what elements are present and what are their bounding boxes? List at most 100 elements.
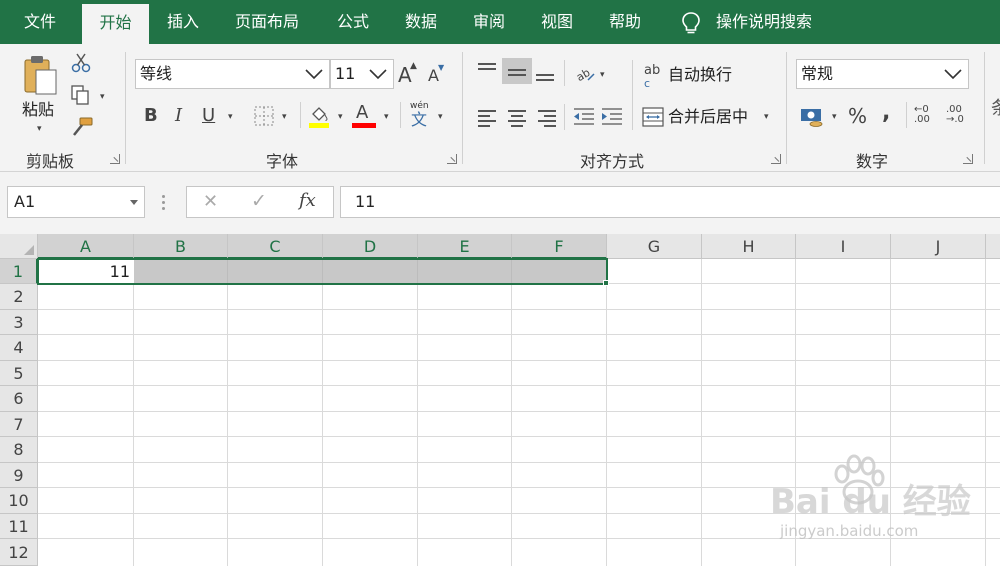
lightbulb-icon[interactable] (680, 11, 702, 35)
clipboard-launcher-icon[interactable] (110, 154, 120, 164)
underline-button[interactable]: U (202, 107, 215, 125)
tab-formulas[interactable]: 公式 (322, 0, 384, 44)
tab-view[interactable]: 视图 (526, 0, 588, 44)
column-header-d[interactable]: D (323, 234, 418, 259)
merge-center-button[interactable]: 合并后居中 (668, 107, 748, 127)
enter-icon[interactable]: ✓ (251, 192, 267, 211)
row-header-1[interactable]: 1 (0, 259, 38, 284)
column-header-c[interactable]: C (228, 234, 323, 259)
fill-color-dropdown-icon[interactable]: ▾ (338, 112, 343, 122)
borders-dropdown-icon[interactable]: ▾ (282, 112, 287, 122)
accounting-dropdown-icon[interactable]: ▾ (832, 112, 837, 122)
gridline (606, 259, 607, 566)
formula-input[interactable]: 11 (340, 186, 1000, 218)
tab-page-layout[interactable]: 页面布局 (222, 0, 312, 44)
column-header-b[interactable]: B (134, 234, 228, 259)
cancel-icon[interactable]: ✕ (203, 193, 218, 211)
tab-home[interactable]: 开始 (82, 4, 149, 44)
underline-dropdown-icon[interactable]: ▾ (228, 112, 233, 122)
italic-button[interactable]: I (175, 107, 182, 125)
comma-style-button[interactable]: , (882, 102, 890, 124)
tab-help[interactable]: 帮助 (594, 0, 656, 44)
paste-button[interactable]: 粘贴 (22, 100, 54, 120)
decrease-decimal-button[interactable]: .00 →.0 (946, 105, 964, 125)
gridline (38, 360, 1000, 361)
align-center-icon[interactable] (506, 108, 528, 128)
orientation-icon[interactable]: ab (574, 62, 598, 84)
tab-data[interactable]: 数据 (390, 0, 452, 44)
row-header-2[interactable]: 2 (0, 284, 38, 310)
column-header-g[interactable]: G (607, 234, 702, 259)
font-name-select[interactable]: 等线 (135, 59, 330, 89)
merge-dropdown-icon[interactable]: ▾ (764, 112, 769, 122)
wrap-text-icon[interactable]: ab c (644, 64, 660, 90)
align-top-icon[interactable] (476, 60, 498, 80)
accounting-format-icon[interactable] (800, 106, 826, 128)
align-left-icon[interactable] (476, 108, 498, 128)
shrink-font-button[interactable]: A ▼ (428, 64, 444, 84)
paste-icon[interactable] (22, 54, 60, 98)
font-color-dropdown-icon[interactable]: ▾ (384, 112, 389, 122)
number-launcher-icon[interactable] (963, 154, 973, 164)
name-box-value: A1 (14, 192, 36, 211)
orientation-dropdown-icon[interactable]: ▾ (600, 70, 605, 80)
alignment-launcher-icon[interactable] (771, 154, 781, 164)
copy-icon[interactable] (70, 84, 92, 106)
align-middle-icon[interactable] (506, 62, 528, 82)
conditional-format-partial[interactable]: 条 (991, 100, 1000, 118)
column-header-e[interactable]: E (418, 234, 512, 259)
paste-dropdown-icon[interactable]: ▾ (37, 124, 42, 134)
align-right-icon[interactable] (536, 108, 558, 128)
tab-insert[interactable]: 插入 (150, 0, 216, 44)
column-header-f[interactable]: F (512, 234, 607, 259)
row-header-8[interactable]: 8 (0, 437, 38, 463)
align-bottom-icon[interactable] (534, 62, 556, 82)
cut-icon[interactable] (70, 52, 92, 74)
column-header-h[interactable]: H (702, 234, 796, 259)
number-format-select[interactable]: 常规 (796, 59, 969, 89)
merge-center-icon[interactable] (642, 106, 664, 128)
copy-dropdown-icon[interactable]: ▾ (100, 92, 105, 102)
borders-icon[interactable] (254, 106, 274, 126)
column-header-i[interactable]: I (796, 234, 891, 259)
select-all-button[interactable] (0, 234, 38, 259)
grow-font-button[interactable]: A ▲ (398, 62, 417, 86)
chevron-down-icon (305, 69, 323, 80)
row-header-10[interactable]: 10 (0, 488, 38, 514)
phonetic-dropdown-icon[interactable]: ▾ (438, 112, 443, 122)
column-header-a[interactable]: A (38, 234, 134, 259)
formula-bar-grip[interactable] (162, 194, 166, 212)
name-box-dropdown-icon[interactable] (130, 200, 138, 205)
gridline (38, 309, 1000, 310)
column-header-k[interactable] (986, 234, 1000, 259)
row-header-6[interactable]: 6 (0, 386, 38, 412)
percent-style-button[interactable]: % (848, 106, 867, 126)
font-size-select[interactable]: 11 (330, 59, 394, 89)
row-header-7[interactable]: 7 (0, 412, 38, 437)
insert-function-icon[interactable]: fx (299, 192, 316, 210)
row-header-9[interactable]: 9 (0, 463, 38, 488)
fill-color-icon[interactable] (308, 104, 330, 128)
tell-me-search[interactable]: 操作说明搜索 (716, 0, 812, 44)
name-box[interactable]: A1 (7, 186, 145, 218)
increase-indent-icon[interactable] (600, 106, 624, 128)
decrease-indent-icon[interactable] (572, 106, 596, 128)
font-launcher-icon[interactable] (447, 154, 457, 164)
tab-file[interactable]: 文件 (0, 0, 80, 44)
tab-review[interactable]: 审阅 (458, 0, 520, 44)
ribbon: 粘贴 ▾ ▾ 剪贴板 等线 11 A ▲ A ▼ B I U ▾ ▾ ▾ A ▾… (0, 44, 1000, 172)
increase-decimal-button[interactable]: ←0.00 (914, 105, 930, 125)
phonetic-char-icon[interactable]: 文 (411, 112, 427, 128)
row-header-3[interactable]: 3 (0, 310, 38, 335)
font-color-button[interactable]: A (356, 104, 368, 122)
wrap-text-button[interactable]: 自动换行 (668, 65, 732, 85)
fill-handle[interactable] (603, 280, 609, 286)
bold-button[interactable]: B (144, 107, 158, 125)
row-header-5[interactable]: 5 (0, 361, 38, 386)
row-header-4[interactable]: 4 (0, 335, 38, 361)
row-header-12[interactable]: 12 (0, 539, 38, 566)
row-header-11[interactable]: 11 (0, 514, 38, 539)
format-painter-icon[interactable] (70, 116, 94, 138)
column-header-j[interactable]: J (891, 234, 986, 259)
font-group-label: 字体 (266, 152, 299, 171)
